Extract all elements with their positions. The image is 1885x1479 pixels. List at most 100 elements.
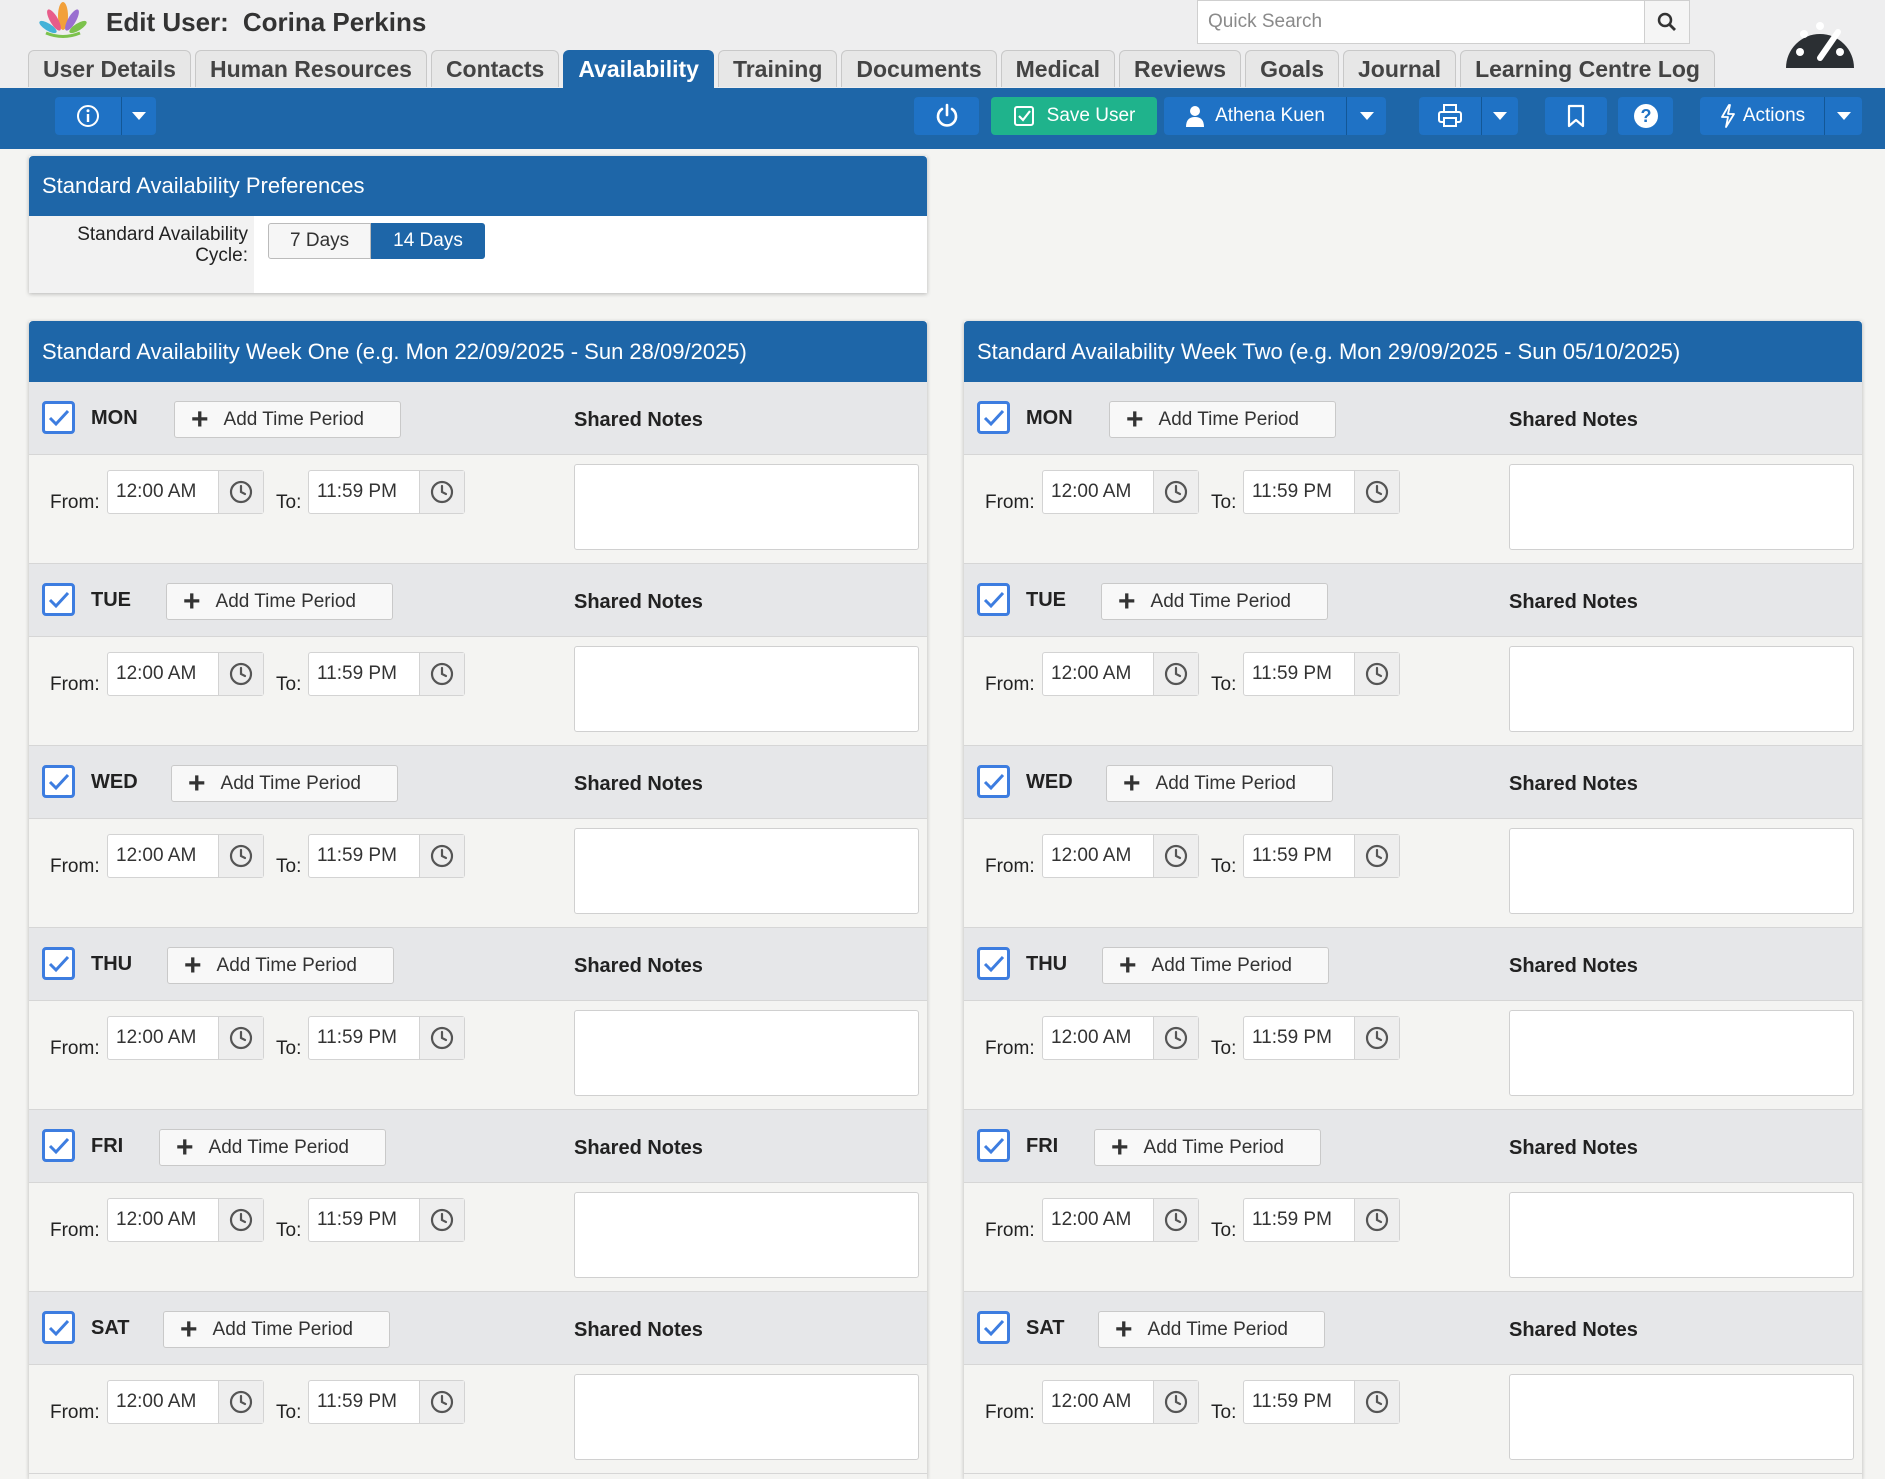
shared-notes-textarea[interactable] <box>1509 464 1854 550</box>
to-time-picker-button[interactable] <box>419 1381 464 1423</box>
to-time-field[interactable]: 11:59 PM <box>1243 1198 1400 1242</box>
to-time-value[interactable]: 11:59 PM <box>309 1381 419 1423</box>
from-time-field[interactable]: 12:00 AM <box>107 1380 264 1424</box>
day-enabled-checkbox[interactable] <box>42 1311 75 1344</box>
from-time-picker-button[interactable] <box>1153 653 1198 695</box>
from-time-field[interactable]: 12:00 AM <box>1042 1016 1199 1060</box>
add-time-period-button[interactable]: + Add Time Period <box>159 1129 386 1166</box>
day-enabled-checkbox[interactable] <box>977 947 1010 980</box>
from-time-value[interactable]: 12:00 AM <box>1043 1199 1153 1241</box>
to-time-picker-button[interactable] <box>419 653 464 695</box>
shared-notes-textarea[interactable] <box>574 464 919 550</box>
add-time-period-button[interactable]: + Add Time Period <box>1098 1311 1325 1348</box>
search-input[interactable] <box>1198 10 1644 34</box>
tab-medical[interactable]: Medical <box>1000 50 1116 87</box>
from-time-field[interactable]: 12:00 AM <box>1042 470 1199 514</box>
add-time-period-button[interactable]: + Add Time Period <box>1094 1129 1321 1166</box>
tab-contacts[interactable]: Contacts <box>430 50 560 87</box>
save-user-button[interactable]: Save User <box>991 97 1157 135</box>
day-enabled-checkbox[interactable] <box>42 401 75 434</box>
tab-availability[interactable]: Availability <box>563 50 714 88</box>
day-enabled-checkbox[interactable] <box>977 1311 1010 1344</box>
info-button[interactable] <box>55 97 121 135</box>
from-time-field[interactable]: 12:00 AM <box>107 834 264 878</box>
to-time-picker-button[interactable] <box>1354 1199 1399 1241</box>
current-user-button[interactable]: Athena Kuen <box>1164 97 1346 135</box>
shared-notes-textarea[interactable] <box>574 1010 919 1096</box>
from-time-picker-button[interactable] <box>218 835 263 877</box>
to-time-field[interactable]: 11:59 PM <box>308 834 465 878</box>
to-time-picker-button[interactable] <box>419 1199 464 1241</box>
shared-notes-textarea[interactable] <box>574 1192 919 1278</box>
to-time-value[interactable]: 11:59 PM <box>1244 1017 1354 1059</box>
from-time-field[interactable]: 12:00 AM <box>1042 834 1199 878</box>
to-time-value[interactable]: 11:59 PM <box>1244 653 1354 695</box>
from-time-picker-button[interactable] <box>218 1381 263 1423</box>
from-time-picker-button[interactable] <box>1153 1199 1198 1241</box>
shared-notes-textarea[interactable] <box>1509 1010 1854 1096</box>
from-time-field[interactable]: 12:00 AM <box>107 470 264 514</box>
info-dropdown-toggle[interactable] <box>122 97 156 135</box>
from-time-value[interactable]: 12:00 AM <box>1043 653 1153 695</box>
to-time-picker-button[interactable] <box>1354 1381 1399 1423</box>
day-enabled-checkbox[interactable] <box>977 1129 1010 1162</box>
to-time-value[interactable]: 11:59 PM <box>309 653 419 695</box>
day-enabled-checkbox[interactable] <box>42 765 75 798</box>
actions-button[interactable]: Actions <box>1700 97 1824 135</box>
to-time-field[interactable]: 11:59 PM <box>1243 834 1400 878</box>
to-time-value[interactable]: 11:59 PM <box>309 835 419 877</box>
to-time-field[interactable]: 11:59 PM <box>1243 1380 1400 1424</box>
from-time-picker-button[interactable] <box>1153 1017 1198 1059</box>
bookmark-button[interactable] <box>1545 97 1607 135</box>
shared-notes-textarea[interactable] <box>574 828 919 914</box>
from-time-picker-button[interactable] <box>1153 835 1198 877</box>
to-time-picker-button[interactable] <box>1354 1017 1399 1059</box>
to-time-value[interactable]: 11:59 PM <box>1244 471 1354 513</box>
to-time-value[interactable]: 11:59 PM <box>1244 1199 1354 1241</box>
from-time-field[interactable]: 12:00 AM <box>107 1016 264 1060</box>
add-time-period-button[interactable]: + Add Time Period <box>174 401 401 438</box>
to-time-field[interactable]: 11:59 PM <box>308 652 465 696</box>
shared-notes-textarea[interactable] <box>1509 1192 1854 1278</box>
to-time-picker-button[interactable] <box>1354 835 1399 877</box>
actions-dropdown-toggle[interactable] <box>1825 97 1862 135</box>
to-time-picker-button[interactable] <box>419 1017 464 1059</box>
from-time-picker-button[interactable] <box>218 1017 263 1059</box>
from-time-value[interactable]: 12:00 AM <box>108 1199 218 1241</box>
from-time-value[interactable]: 12:00 AM <box>108 653 218 695</box>
shared-notes-textarea[interactable] <box>574 1374 919 1460</box>
to-time-field[interactable]: 11:59 PM <box>308 1380 465 1424</box>
to-time-value[interactable]: 11:59 PM <box>1244 835 1354 877</box>
from-time-field[interactable]: 12:00 AM <box>107 652 264 696</box>
to-time-value[interactable]: 11:59 PM <box>309 1199 419 1241</box>
search-button[interactable] <box>1644 1 1689 43</box>
from-time-value[interactable]: 12:00 AM <box>108 835 218 877</box>
from-time-value[interactable]: 12:00 AM <box>108 471 218 513</box>
from-time-value[interactable]: 12:00 AM <box>108 1381 218 1423</box>
to-time-picker-button[interactable] <box>419 471 464 513</box>
shared-notes-textarea[interactable] <box>574 646 919 732</box>
day-enabled-checkbox[interactable] <box>42 583 75 616</box>
from-time-picker-button[interactable] <box>218 653 263 695</box>
shared-notes-textarea[interactable] <box>1509 1374 1854 1460</box>
add-time-period-button[interactable]: + Add Time Period <box>1106 765 1333 802</box>
to-time-picker-button[interactable] <box>1354 653 1399 695</box>
from-time-value[interactable]: 12:00 AM <box>1043 1017 1153 1059</box>
to-time-picker-button[interactable] <box>1354 471 1399 513</box>
to-time-value[interactable]: 11:59 PM <box>1244 1381 1354 1423</box>
shared-notes-textarea[interactable] <box>1509 828 1854 914</box>
tab-journal[interactable]: Journal <box>1343 50 1457 87</box>
power-button[interactable] <box>914 97 979 135</box>
add-time-period-button[interactable]: + Add Time Period <box>171 765 398 802</box>
add-time-period-button[interactable]: + Add Time Period <box>167 947 394 984</box>
day-enabled-checkbox[interactable] <box>42 947 75 980</box>
from-time-field[interactable]: 12:00 AM <box>1042 1198 1199 1242</box>
help-button[interactable]: ? <box>1618 97 1673 135</box>
day-enabled-checkbox[interactable] <box>977 583 1010 616</box>
from-time-value[interactable]: 12:00 AM <box>1043 471 1153 513</box>
from-time-picker-button[interactable] <box>1153 1381 1198 1423</box>
to-time-field[interactable]: 11:59 PM <box>308 470 465 514</box>
add-time-period-button[interactable]: + Add Time Period <box>1101 583 1328 620</box>
to-time-field[interactable]: 11:59 PM <box>1243 470 1400 514</box>
cycle-option-7-days[interactable]: 7 Days <box>268 223 372 259</box>
